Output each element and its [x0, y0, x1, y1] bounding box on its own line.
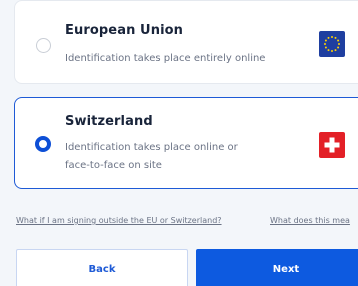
swiss-flag-icon: [319, 132, 345, 158]
link-signing-outside-eu[interactable]: What if I am signing outside the EU or S…: [16, 216, 222, 225]
option-title-switzerland: Switzerland: [65, 114, 153, 129]
next-button[interactable]: Next: [196, 249, 358, 286]
back-button[interactable]: Back: [16, 249, 188, 286]
radio-european-union[interactable]: [36, 38, 51, 53]
eu-stars-icon: [324, 36, 340, 52]
option-description-switzerland: Identification takes place online or fac…: [65, 142, 238, 171]
signing-location-selector: European Union Identification takes plac…: [0, 0, 358, 286]
option-description-european-union: Identification takes place entirely onli…: [65, 53, 266, 64]
eu-flag-icon: [319, 31, 345, 57]
link-what-does-this-mean[interactable]: What does this mea: [270, 216, 350, 225]
swiss-cross-icon: [324, 137, 340, 153]
option-title-european-union: European Union: [65, 23, 184, 38]
option-card-switzerland[interactable]: Switzerland Identification takes place o…: [14, 97, 358, 189]
option-card-european-union[interactable]: European Union Identification takes plac…: [14, 0, 358, 84]
radio-switzerland[interactable]: [35, 136, 51, 152]
